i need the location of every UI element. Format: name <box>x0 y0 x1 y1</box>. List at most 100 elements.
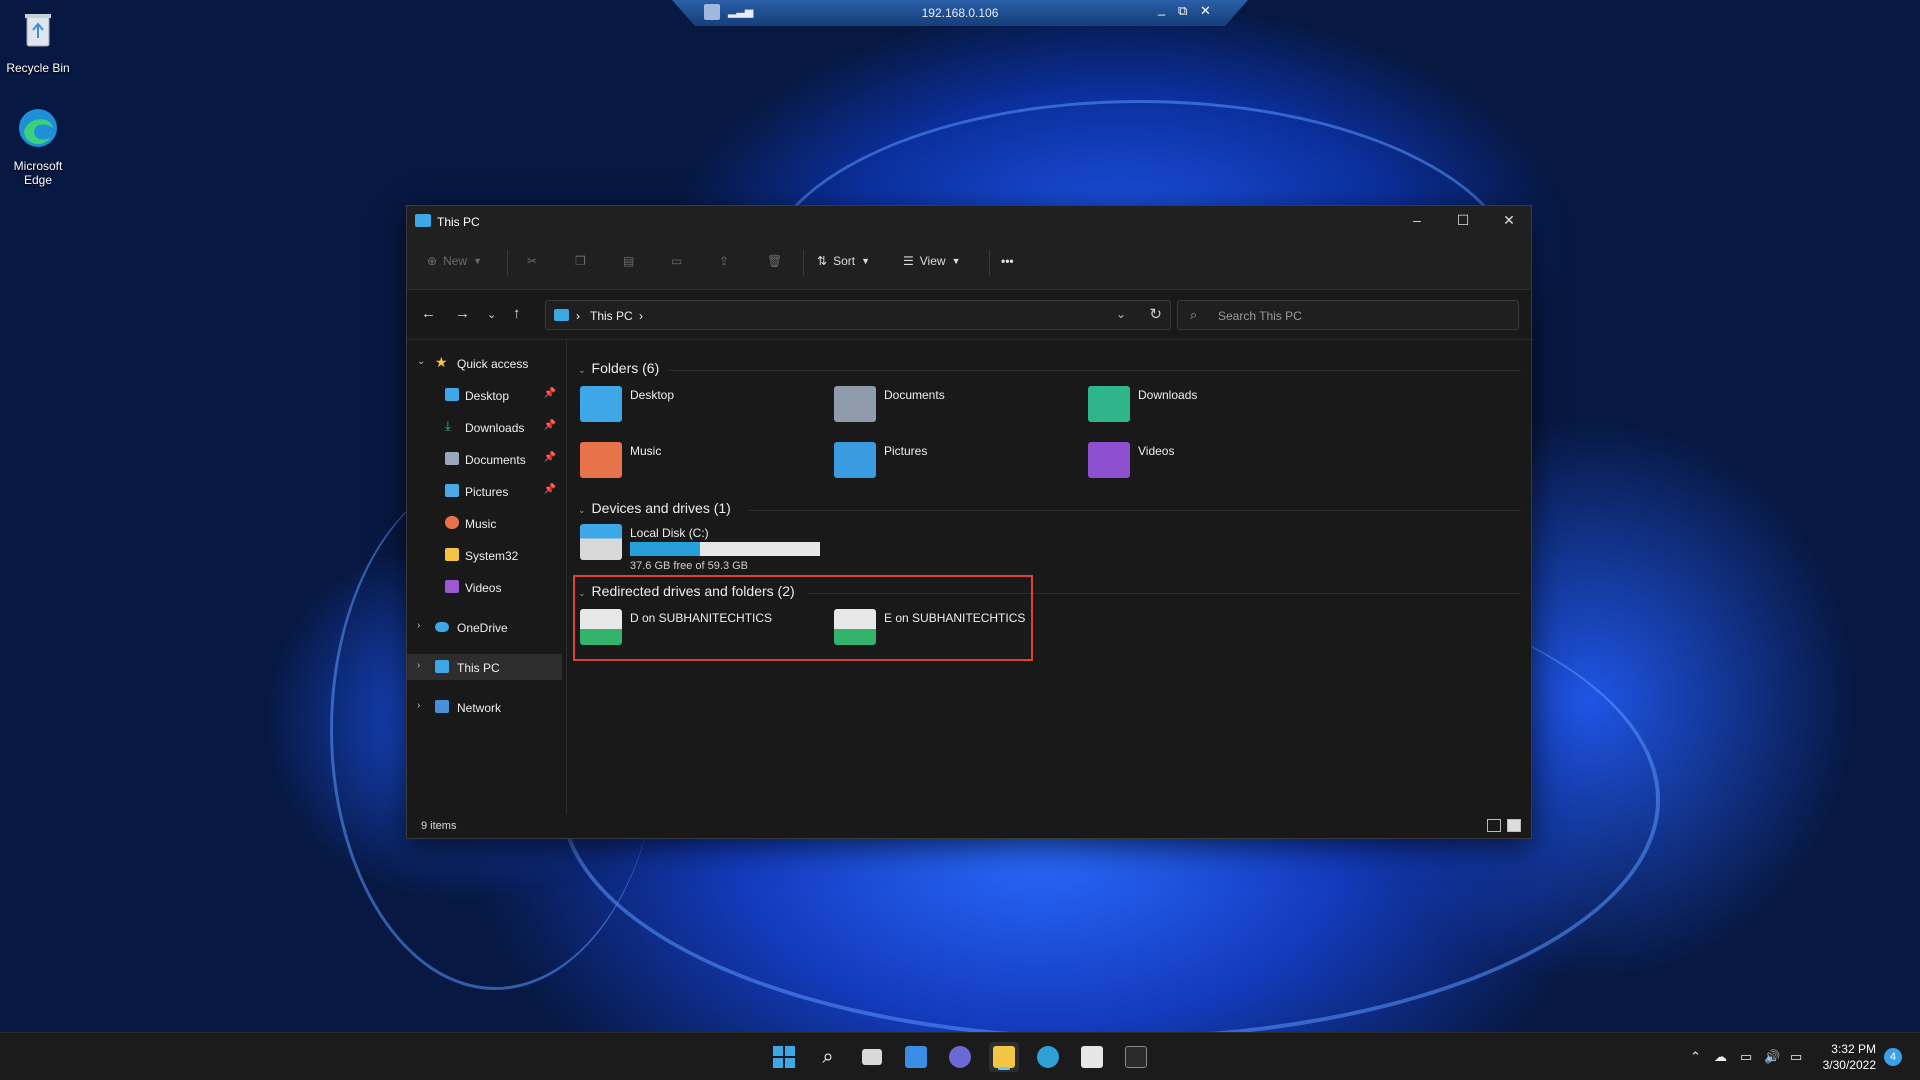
file-explorer-window[interactable]: This PC – ☐ ✕ ⊕ New ▼ ✂ ❐ ▤ ▭ ⇪ 🗑 ⇅ Sort… <box>406 205 1532 839</box>
clipboard-icon: ▤ <box>623 254 635 268</box>
large-icons-view-icon[interactable] <box>1507 819 1521 832</box>
pin-icon: 📌 <box>543 452 556 463</box>
folder-downloads[interactable]: Downloads <box>1076 382 1316 428</box>
chevron-down-icon[interactable]: ⌄ <box>578 365 586 375</box>
sidebar-item-videos[interactable]: Videos <box>407 574 562 600</box>
item-count: 9 items <box>421 820 457 832</box>
search-box[interactable]: ⌕ Search This PC <box>1177 300 1519 330</box>
sidebar-item-onedrive[interactable]: › OneDrive <box>407 614 562 640</box>
terminal-icon <box>1125 1046 1147 1068</box>
remote-connection-bar[interactable]: ▂▃▅ 192.168.0.106 _ ⧉ ✕ <box>672 0 1248 26</box>
widgets-icon <box>905 1046 927 1068</box>
rdp-close-button[interactable]: ✕ <box>1200 3 1211 19</box>
sidebar-item-pictures[interactable]: Pictures 📌 <box>407 478 562 504</box>
notification-badge[interactable]: 4 <box>1884 1048 1902 1066</box>
new-label: New <box>443 254 468 268</box>
group-header-folders[interactable]: ⌄ Folders (6) <box>578 360 659 376</box>
view-label: View <box>919 254 946 268</box>
folder-pictures[interactable]: Pictures <box>822 438 1062 484</box>
chevron-right-icon[interactable]: › <box>417 620 420 631</box>
chat-button[interactable] <box>945 1042 975 1072</box>
folder-documents[interactable]: Documents <box>822 382 1062 428</box>
paste-button[interactable]: ▤ <box>623 254 634 268</box>
volume-icon[interactable]: 🔊 <box>1764 1049 1780 1065</box>
folder-videos[interactable]: Videos <box>1076 438 1316 484</box>
sidebar-item-system32[interactable]: System32 <box>407 542 562 568</box>
group-divider <box>748 510 1521 511</box>
desktop-icon-recycle-bin[interactable]: Recycle Bin <box>0 8 76 75</box>
details-view-icon[interactable] <box>1487 819 1501 832</box>
music-icon <box>445 516 459 529</box>
chevron-right-icon[interactable]: › <box>417 700 420 711</box>
task-view-button[interactable] <box>857 1042 887 1072</box>
forward-arrow-icon[interactable]: → <box>455 305 470 322</box>
search-placeholder[interactable]: Search This PC <box>1218 309 1302 323</box>
terminal-button[interactable] <box>1121 1042 1151 1072</box>
recent-locations-chevron-icon[interactable]: ⌄ <box>487 308 496 321</box>
sidebar-item-network[interactable]: › Network <box>407 694 562 720</box>
rename-button[interactable]: ▭ <box>671 254 682 268</box>
breadcrumb-separator-icon[interactable]: › <box>639 309 643 323</box>
share-icon: ⇪ <box>719 254 730 268</box>
chevron-down-icon[interactable]: ⌄ <box>578 505 586 515</box>
breadcrumb-this-pc[interactable]: This PC <box>590 309 633 323</box>
music-folder-icon <box>580 442 622 478</box>
file-explorer-button[interactable] <box>989 1042 1019 1072</box>
recycle-bin-icon <box>25 14 51 47</box>
sidebar-item-desktop[interactable]: Desktop 📌 <box>407 382 562 408</box>
title-bar[interactable]: This PC – ☐ ✕ <box>407 206 1531 236</box>
desktop-icon-edge[interactable]: Microsoft Edge <box>0 106 76 187</box>
battery-icon[interactable]: ▭ <box>1790 1049 1802 1065</box>
onedrive-status-icon[interactable]: ☁ <box>1714 1049 1727 1065</box>
up-arrow-icon[interactable]: ↑ <box>513 305 521 322</box>
store-button[interactable] <box>1077 1042 1107 1072</box>
folder-name: Pictures <box>884 444 928 458</box>
refresh-icon[interactable]: ↻ <box>1149 305 1162 323</box>
widgets-button[interactable] <box>901 1042 931 1072</box>
address-bar[interactable]: › This PC › ⌄ ↻ <box>545 300 1171 330</box>
edge-button[interactable] <box>1033 1042 1063 1072</box>
rdp-restore-button[interactable]: ⧉ <box>1178 3 1187 19</box>
sidebar-item-downloads[interactable]: ⤓ Downloads 📌 <box>407 414 562 440</box>
close-button[interactable]: ✕ <box>1499 212 1519 229</box>
back-arrow-icon[interactable]: ← <box>421 305 436 322</box>
share-button[interactable]: ⇪ <box>719 254 729 268</box>
drive-name: Local Disk (C:) <box>630 526 709 540</box>
folder-name: Documents <box>884 388 945 402</box>
clock[interactable]: 3:32 PM 3/30/2022 <box>1823 1041 1876 1073</box>
start-button[interactable] <box>769 1042 799 1072</box>
pictures-icon <box>445 484 459 497</box>
this-pc-icon <box>554 309 569 321</box>
folder-desktop[interactable]: Desktop <box>568 382 808 428</box>
group-header-devices[interactable]: ⌄ Devices and drives (1) <box>578 500 731 516</box>
chevron-right-icon[interactable]: › <box>417 660 420 671</box>
folder-music[interactable]: Music <box>568 438 808 484</box>
sidebar-item-this-pc[interactable]: › This PC <box>407 654 562 680</box>
cut-button[interactable]: ✂ <box>527 254 537 268</box>
network-status-icon[interactable]: ▭ <box>1740 1049 1752 1065</box>
show-hidden-icons-chevron-icon[interactable]: ⌃ <box>1690 1049 1701 1065</box>
sidebar-item-quick-access[interactable]: ⌄ ★ Quick access <box>407 350 562 376</box>
folder-name: Videos <box>1138 444 1175 458</box>
sidebar-item-music[interactable]: Music <box>407 510 562 536</box>
search-icon: ⌕ <box>822 1045 834 1068</box>
more-options-button[interactable]: ••• <box>1001 254 1014 268</box>
copy-button[interactable]: ❐ <box>575 254 586 268</box>
sort-button[interactable]: ⇅ Sort ▼ <box>817 254 870 268</box>
drive-local-disk-c[interactable]: Local Disk (C:) 37.6 GB free of 59.3 GB <box>568 520 868 578</box>
chevron-down-icon: ▼ <box>951 256 961 266</box>
minimize-button[interactable]: – <box>1407 212 1427 228</box>
chevron-down-icon[interactable]: ⌄ <box>417 356 425 367</box>
address-history-chevron-icon[interactable]: ⌄ <box>1116 307 1126 321</box>
view-button[interactable]: ☰ View ▼ <box>903 254 960 268</box>
sidebar-item-documents[interactable]: Documents 📌 <box>407 446 562 472</box>
new-button[interactable]: ⊕ New ▼ <box>427 254 482 268</box>
downloads-folder-icon <box>1088 386 1130 422</box>
sidebar-item-label: Videos <box>465 581 502 595</box>
sidebar-item-label: System32 <box>465 549 519 563</box>
taskbar-search-button[interactable]: ⌕ <box>813 1042 843 1072</box>
rdp-minimize-button[interactable]: _ <box>1158 1 1165 16</box>
maximize-button[interactable]: ☐ <box>1453 212 1473 229</box>
delete-button[interactable]: 🗑 <box>767 254 782 268</box>
view-icon: ☰ <box>903 254 914 268</box>
